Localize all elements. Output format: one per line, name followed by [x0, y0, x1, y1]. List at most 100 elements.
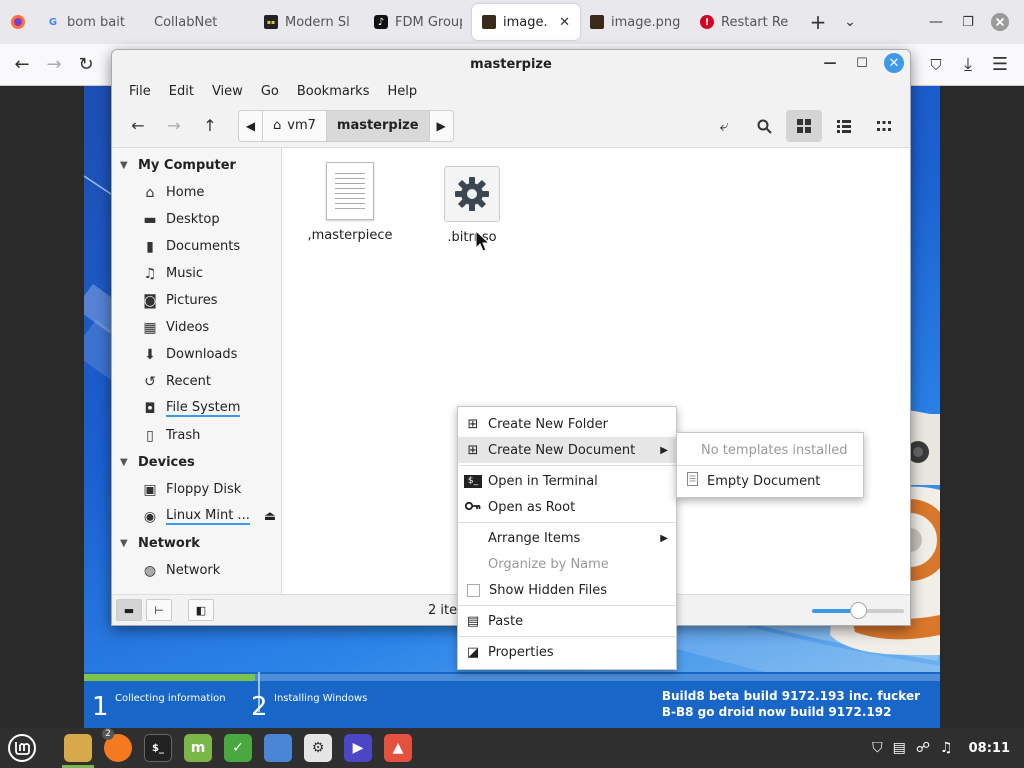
list-view-icon[interactable] — [826, 110, 862, 142]
menu-separator — [458, 522, 676, 523]
firefox-menu-icon[interactable] — [0, 6, 36, 38]
checkbox[interactable] — [467, 583, 480, 597]
installer-status-bar: 1 Collecting information 2 Installing Wi… — [84, 672, 940, 728]
browser-tab[interactable]: ! Restart Re — [690, 4, 802, 40]
browser-tab[interactable]: ♪ FDM Group — [364, 4, 472, 40]
back-icon[interactable]: ← — [120, 110, 156, 142]
maximize-icon[interactable]: ☐ — [852, 53, 872, 73]
film-icon: ▦ — [143, 319, 157, 336]
icon-view-icon[interactable] — [786, 110, 822, 142]
menu-item-open-as-root[interactable]: Open as Root — [458, 494, 676, 520]
eject-icon[interactable]: ⏏ — [264, 509, 276, 524]
window-titlebar[interactable]: masterpize — ☐ ✕ — [112, 50, 910, 78]
menu-item-show-hidden-files[interactable]: Show Hidden Files — [458, 577, 676, 603]
mint-menu-icon[interactable] — [2, 728, 42, 768]
minimize-icon[interactable]: — — [820, 53, 840, 73]
menu-help[interactable]: Help — [378, 84, 426, 99]
breadcrumb: ◀ ⌂ vm7 masterpize ▶ — [238, 109, 454, 142]
file-drawer-icon[interactable] — [258, 728, 298, 768]
forward-icon[interactable]: → — [156, 110, 192, 142]
image-viewer-icon[interactable]: ▲ — [378, 728, 418, 768]
browser-tab-active[interactable]: image.pr ✕ — [472, 4, 580, 40]
close-window-icon[interactable] — [984, 6, 1016, 38]
breadcrumb-left-icon[interactable]: ◀ — [239, 110, 263, 141]
menu-view[interactable]: View — [203, 84, 252, 99]
clipboard-icon: ▤ — [466, 613, 480, 629]
media-player-icon[interactable]: ▶ — [338, 728, 378, 768]
browser-tab[interactable]: G bom bait — [36, 4, 144, 40]
minimize-icon[interactable]: — — [920, 6, 952, 38]
terminal-icon[interactable]: $_ — [138, 728, 178, 768]
network-icon[interactable]: ☍ — [916, 740, 930, 756]
places-toggle-icon[interactable]: ▬ — [116, 599, 142, 621]
sidebar-item-music[interactable]: ♫ Music — [112, 260, 281, 287]
file-item[interactable]: .bitrnso — [422, 166, 522, 245]
menu-item-create-new-document[interactable]: ⊞ Create New Document ▶ — [458, 437, 676, 463]
zoom-slider-handle[interactable] — [850, 602, 867, 619]
menu-item-properties[interactable]: ◪ Properties — [458, 639, 676, 665]
menu-separator — [677, 465, 863, 466]
search-icon[interactable] — [746, 110, 782, 142]
clock[interactable]: 08:11 — [969, 741, 1010, 756]
up-icon[interactable]: ↑ — [192, 110, 228, 142]
new-tab-button[interactable]: + — [802, 6, 834, 38]
sidebar-item-linux-mint[interactable]: ◉ Linux Mint ... ⏏ — [112, 503, 281, 530]
sidebar-section-network[interactable]: ▼ Network — [112, 530, 281, 557]
menu-file[interactable]: File — [120, 84, 160, 99]
shield-icon[interactable]: ✓ — [218, 728, 258, 768]
menu-item-create-new-folder[interactable]: ⊞ Create New Folder — [458, 411, 676, 437]
mint-update-icon[interactable]: m — [178, 728, 218, 768]
sidebar-item-videos[interactable]: ▦ Videos — [112, 314, 281, 341]
sidebar-item-trash[interactable]: ▯ Trash — [112, 422, 281, 449]
sidebar-item-recent[interactable]: ↺ Recent — [112, 368, 281, 395]
sidebar-item-file-system[interactable]: ◘ File System — [112, 395, 281, 422]
breadcrumb-current[interactable]: masterpize — [326, 110, 429, 141]
sidebar-section-devices[interactable]: ▼ Devices — [112, 449, 281, 476]
sidebar-item-documents[interactable]: ▮ Documents — [112, 233, 281, 260]
browser-tab[interactable]: ▪▪ Modern Sl — [254, 4, 364, 40]
menu-item-empty-document[interactable]: Empty Document — [677, 468, 863, 494]
documents-icon: ▮ — [146, 238, 154, 255]
download-icon[interactable]: ⤓ — [952, 49, 984, 81]
compact-view-icon[interactable] — [866, 110, 902, 142]
sidebar-item-downloads[interactable]: ⬇ Downloads — [112, 341, 281, 368]
menu-bookmarks[interactable]: Bookmarks — [288, 84, 379, 99]
zoom-slider[interactable] — [812, 602, 904, 619]
menu-go[interactable]: Go — [252, 84, 288, 99]
firefox-icon[interactable]: 2 — [98, 728, 138, 768]
toggle-location-icon[interactable]: ⤶ — [706, 110, 742, 142]
sidebar-item-home[interactable]: ⌂ Home — [112, 179, 281, 206]
hamburger-menu-icon[interactable]: ☰ — [984, 49, 1016, 81]
sidebar-item-network[interactable]: ◍ Network — [112, 557, 281, 584]
create-document-submenu: No templates installed Empty Document — [676, 432, 864, 498]
menu-item-arrange-items[interactable]: Arrange Items ▶ — [458, 525, 676, 551]
forward-icon[interactable]: → — [38, 49, 70, 81]
pocket-icon[interactable]: ⛉ — [920, 49, 952, 81]
breadcrumb-right-icon[interactable]: ▶ — [428, 110, 453, 141]
browser-tab[interactable]: CollabNet — [144, 4, 254, 40]
restore-icon[interactable]: ❐ — [952, 6, 984, 38]
back-icon[interactable]: ← — [6, 49, 38, 81]
close-icon[interactable]: ✕ — [884, 53, 904, 73]
chevron-down-icon[interactable]: ⌄ — [834, 6, 866, 38]
sidebar-item-floppy-disk[interactable]: ▣ Floppy Disk — [112, 476, 281, 503]
breadcrumb-home[interactable]: ⌂ vm7 — [263, 110, 327, 141]
sidebar-item-desktop[interactable]: ▬ Desktop — [112, 206, 281, 233]
menu-item-paste[interactable]: ▤ Paste — [458, 608, 676, 634]
files-icon[interactable] — [58, 728, 98, 768]
shield-status-icon[interactable]: ⛉ — [872, 740, 883, 756]
reload-icon[interactable]: ↻ — [70, 49, 102, 81]
taskbar: 2 $_ m ✓ ⚙ ▶ ▲ ⛉ ▤ ☍ ♫ 08:11 — [0, 728, 1024, 768]
sidebar-toggle-icon[interactable]: ◧ — [188, 599, 214, 621]
settings-icon[interactable]: ⚙ — [298, 728, 338, 768]
browser-tab[interactable]: image.png — [580, 4, 690, 40]
sound-icon[interactable]: ♫ — [940, 740, 953, 756]
sidebar-item-pictures[interactable]: ◙ Pictures — [112, 287, 281, 314]
clipboard-tray-icon[interactable]: ▤ — [893, 740, 906, 756]
tree-toggle-icon[interactable]: ⊢ — [146, 599, 172, 621]
close-tab-icon[interactable]: ✕ — [559, 15, 570, 30]
menu-item-open-in-terminal[interactable]: $_ Open in Terminal — [458, 468, 676, 494]
menu-edit[interactable]: Edit — [160, 84, 203, 99]
sidebar-section-my-computer[interactable]: ▼ My Computer — [112, 152, 281, 179]
file-item[interactable]: ,masterpiece — [300, 162, 400, 243]
